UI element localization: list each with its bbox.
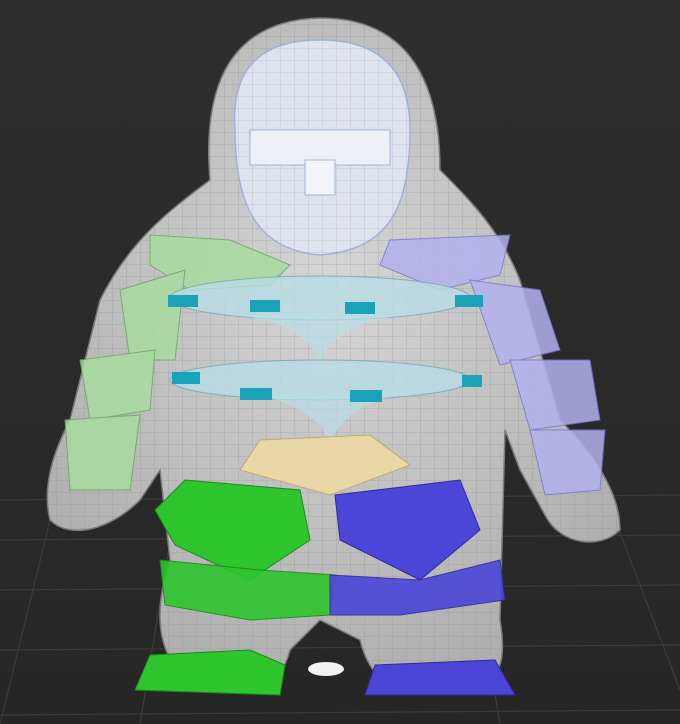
head-selected[interactable] bbox=[233, 39, 411, 256]
root-marker[interactable] bbox=[308, 662, 344, 676]
viewport-canvas[interactable] bbox=[0, 0, 680, 724]
3d-viewport[interactable] bbox=[0, 0, 680, 724]
head-nose-block bbox=[304, 159, 336, 196]
